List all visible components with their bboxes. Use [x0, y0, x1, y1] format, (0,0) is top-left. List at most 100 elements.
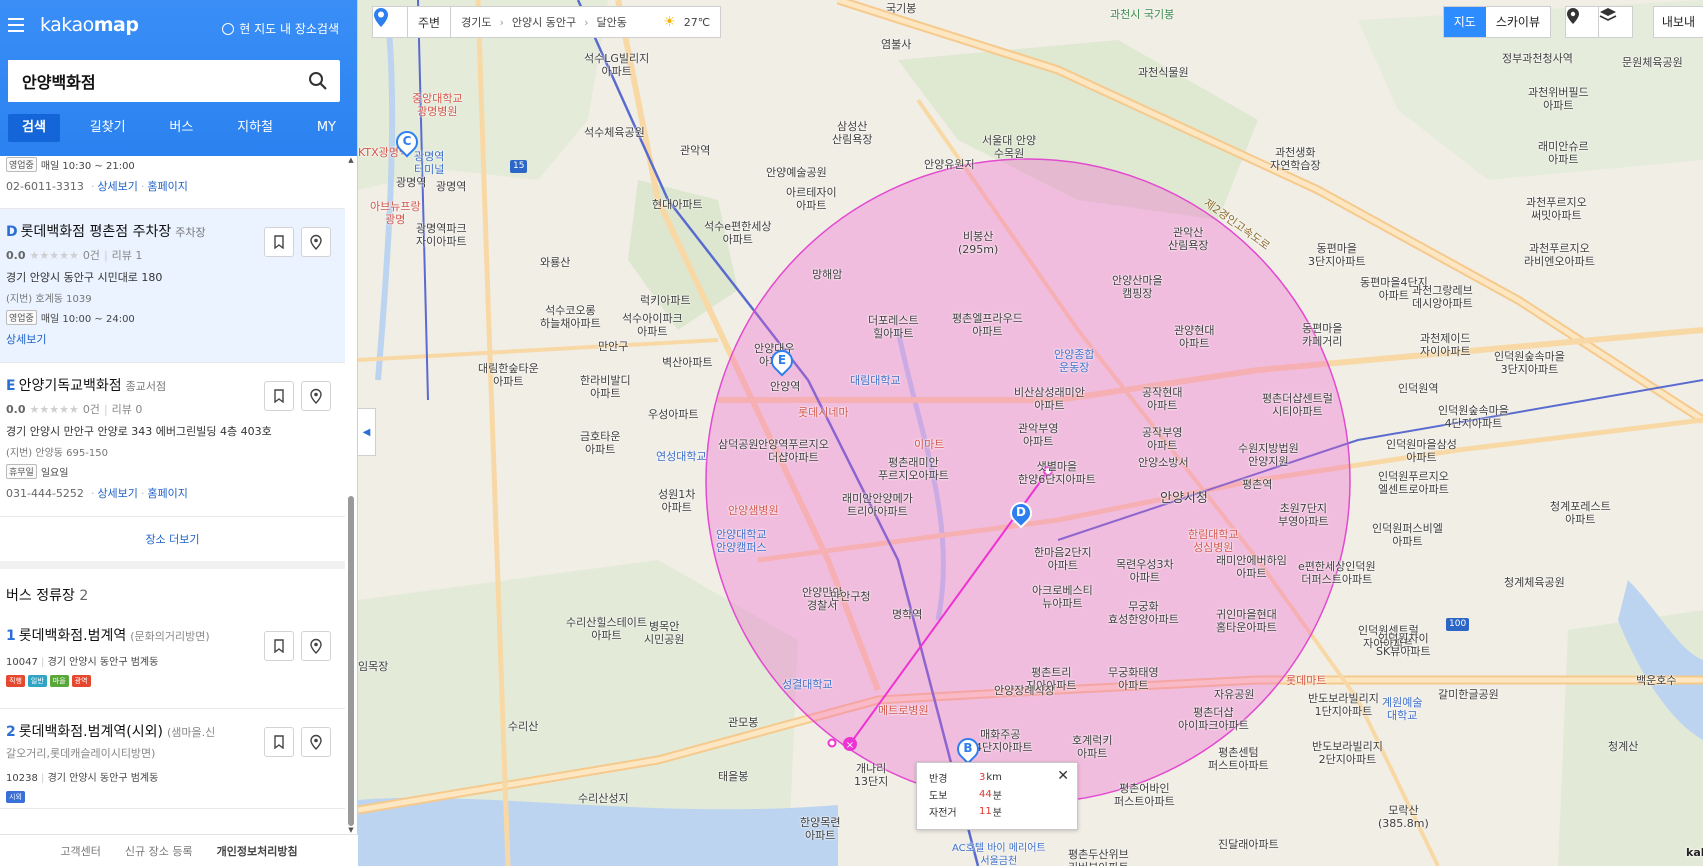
- map-label: 아크로베스티 뉴아파트: [1032, 584, 1093, 610]
- map-label: 금호타운 아파트: [580, 430, 621, 456]
- map-label: 평촌더샵센트럴 시티아파트: [1262, 392, 1333, 418]
- bookmark-button[interactable]: [264, 227, 294, 257]
- map-label: 래미안에버하임 아파트: [1216, 554, 1287, 580]
- map-label: 안양유원지: [924, 158, 975, 171]
- more-places-button[interactable]: 장소 더보기: [0, 517, 345, 569]
- map-label: 한양목련 아파트: [800, 816, 841, 842]
- bookmark-button[interactable]: [264, 381, 294, 411]
- tab-my[interactable]: MY: [303, 114, 350, 142]
- links-row: 상세보기: [6, 331, 339, 347]
- jibun-address: (지번) 안양동 695-150: [6, 448, 108, 459]
- bookmark-icon: [274, 235, 284, 249]
- layers-button[interactable]: [1599, 6, 1633, 38]
- footer-link-new-place[interactable]: 신규 장소 등록: [125, 843, 193, 859]
- map-label: 백운호수: [1636, 674, 1677, 687]
- map-label: 중앙대학교 광명병원: [412, 92, 463, 118]
- list-scrollbar[interactable]: ▲ ▼: [347, 156, 355, 834]
- search-input[interactable]: [8, 60, 288, 102]
- location-button[interactable]: [1565, 6, 1599, 38]
- map-pin-button[interactable]: [301, 727, 331, 757]
- map-label: e편한세상인덕원 더퍼스트아파트: [1298, 560, 1376, 586]
- breadcrumb-item[interactable]: 안양시 동안구: [512, 14, 576, 30]
- roadview-button[interactable]: [372, 6, 408, 38]
- scroll-down-icon[interactable]: ▼: [347, 826, 355, 834]
- bookmark-button[interactable]: [264, 727, 294, 757]
- bookmark-button[interactable]: [264, 631, 294, 661]
- list-item[interactable]: D 롯데백화점 평촌점 주차장 주차장 0.0 ★★★★★ 0건 | 리뷰 1 경기 안양시…: [0, 209, 345, 363]
- map-label: 래미안안양메가 트리아아파트: [842, 492, 913, 518]
- search-icon[interactable]: [308, 71, 328, 91]
- tab-directions[interactable]: 길찾기: [76, 114, 140, 142]
- measure-start[interactable]: [827, 738, 837, 748]
- detail-link[interactable]: 상세보기: [6, 333, 46, 346]
- map-label: 아브뉴프랑 광명: [370, 200, 421, 226]
- bus-badge: 직행: [6, 675, 25, 687]
- homepage-link[interactable]: 홈페이지: [147, 180, 187, 193]
- result-pin-e[interactable]: E: [766, 345, 798, 382]
- breadcrumb-item[interactable]: 경기도: [461, 14, 491, 30]
- map-label: 비봉산 (295m): [958, 230, 999, 256]
- phone-number: 031-444-5252: [6, 487, 84, 500]
- map-pin-button[interactable]: [301, 631, 331, 661]
- map-label: 안양샘병원: [728, 504, 779, 517]
- nearby-button[interactable]: 주변: [408, 6, 452, 38]
- map-label: 이마트: [914, 438, 945, 451]
- footer-link-privacy[interactable]: 개인정보처리방침: [217, 843, 298, 859]
- scroll-up-icon[interactable]: ▲: [347, 156, 355, 164]
- list-item-partial[interactable]: 영업중 매일 10:30 ~ 21:00 02-6011-3313 · 상세보기 · 홈페…: [0, 157, 345, 209]
- tab-bus[interactable]: 버스: [155, 114, 207, 142]
- left-panel: kakaomap 현 지도 내 장소검색 검색 길찾기 버스 지하철 MY 영업…: [0, 0, 358, 866]
- breadcrumb-item[interactable]: 달안동: [597, 14, 627, 30]
- tab-subway[interactable]: 지하철: [223, 114, 287, 142]
- map-label: 평촌센텀 퍼스트아파트: [1208, 746, 1269, 772]
- map-label: 석수아이파크 아파트: [622, 312, 683, 338]
- kakaomap-logo[interactable]: kakaomap: [40, 14, 139, 36]
- tab-search[interactable]: 검색: [8, 114, 60, 142]
- result-pin-c[interactable]: C: [391, 126, 423, 163]
- export-button[interactable]: 내보내: [1652, 6, 1703, 38]
- panel-collapse-button[interactable]: ◀: [358, 408, 376, 456]
- map-pin-button[interactable]: [301, 227, 331, 257]
- location-pin-icon: [1567, 8, 1579, 24]
- hours-row: 휴무일 일요일: [6, 464, 339, 479]
- map-label: 인덕원숲속마을 4단지아파트: [1438, 404, 1509, 430]
- star-rating-icon: ★★★★★: [29, 402, 79, 416]
- result-pin-d[interactable]: D: [1005, 497, 1037, 534]
- scroll-thumb[interactable]: [348, 496, 354, 826]
- map-pin-button[interactable]: [301, 381, 331, 411]
- close-icon[interactable]: ✕: [1057, 768, 1069, 784]
- map-label: 인덕원푸르지오 엘센트로아파트: [1378, 470, 1449, 496]
- map-label: 갈미한글공원: [1438, 688, 1499, 701]
- list-item[interactable]: E 안양기독교백화점 종교서점 0.0 ★★★★★ 0건 | 리뷰 0 경기 안양시 만안구…: [0, 363, 345, 517]
- map-label: 과천생화 자연학습장: [1270, 146, 1321, 172]
- bookmark-icon: [274, 639, 284, 653]
- bus-stop-item[interactable]: 2 롯데백화점.범계역(시외) (샘마을.신 갈오거리,롯데캐슬레이시티방면) 10…: [0, 709, 345, 809]
- detail-link[interactable]: 상세보기: [97, 487, 137, 500]
- map-area-search-toggle[interactable]: 현 지도 내 장소검색: [222, 20, 339, 37]
- map-label: 안양종합 운동장: [1054, 348, 1095, 374]
- map-label: 관모봉: [728, 716, 759, 729]
- map-label: 망해암: [812, 268, 843, 281]
- map-label: 안양역푸르지오 더샵아파트: [758, 438, 829, 464]
- bus-stop-item[interactable]: 1 롯데백화점.범계역 (문화의거리방면) 10047 | 경기 안양시 동안구 범…: [0, 613, 345, 709]
- map-label: 성결대학교: [782, 678, 833, 691]
- map-type-map[interactable]: 지도: [1443, 7, 1486, 37]
- map-label: 롯데시네마: [798, 406, 849, 419]
- map-label: 정부과천청사역: [1502, 52, 1573, 65]
- map-type-switcher: 지도 스카이뷰: [1442, 6, 1551, 38]
- radio-icon[interactable]: [222, 22, 235, 35]
- bus-section-title: 버스 정류장 2: [6, 588, 89, 604]
- homepage-link[interactable]: 홈페이지: [147, 487, 187, 500]
- star-rating-icon: ★★★★★: [29, 248, 79, 262]
- footer-link-support[interactable]: 고객센터: [60, 843, 100, 859]
- map-label: 문원체육공원: [1622, 56, 1683, 69]
- map-type-skyview[interactable]: 스카이뷰: [1486, 7, 1550, 37]
- map-label: 한마음2단지 아파트: [1034, 546, 1092, 572]
- map-view[interactable]: × 염불사 국기봉 과천시 국기봉 서울대 안양 수목원 과천생화 자연학습장 …: [358, 0, 1703, 866]
- map-label: 우성아파트: [648, 408, 699, 421]
- map-label: 광명역: [436, 180, 467, 193]
- map-label: 과천위버필드 아파트: [1528, 86, 1589, 112]
- detail-link[interactable]: 상세보기: [97, 180, 137, 193]
- map-label: 국기봉: [886, 2, 917, 15]
- menu-icon[interactable]: [8, 18, 24, 32]
